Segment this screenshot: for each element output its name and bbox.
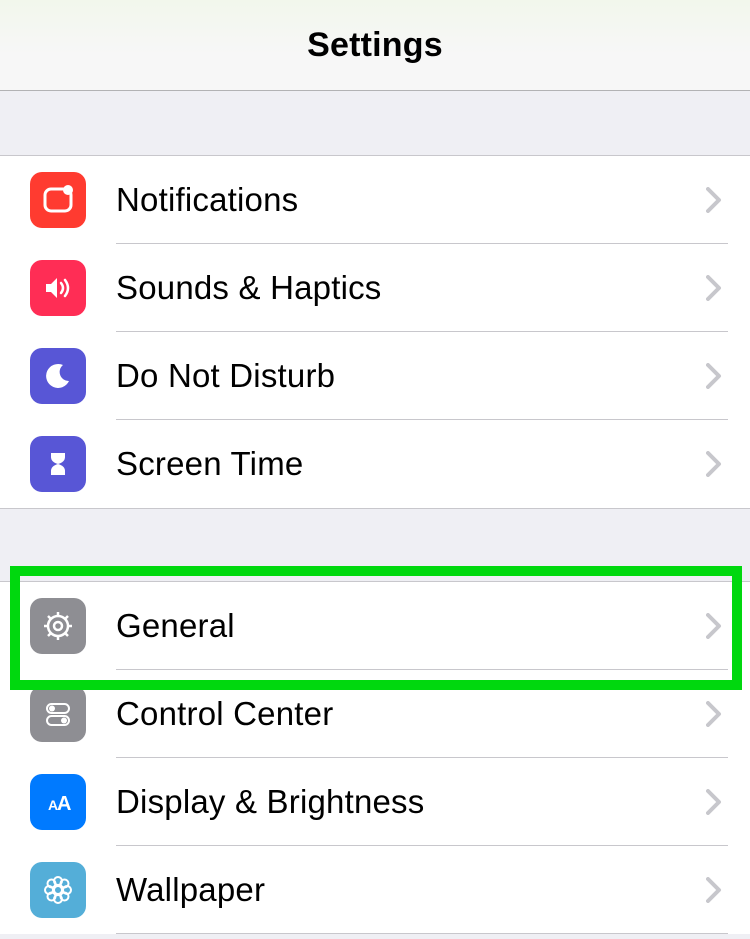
row-label: General — [116, 607, 706, 645]
notifications-icon — [30, 172, 86, 228]
chevron-right-icon — [706, 363, 722, 389]
row-controlcenter[interactable]: Control Center — [0, 670, 750, 758]
hourglass-icon — [30, 436, 86, 492]
row-wallpaper[interactable]: Wallpaper — [0, 846, 750, 934]
row-label: Wallpaper — [116, 871, 706, 909]
header: Settings — [0, 0, 750, 91]
group-spacer — [0, 509, 750, 581]
moon-icon — [30, 348, 86, 404]
chevron-right-icon — [706, 789, 722, 815]
chevron-right-icon — [706, 877, 722, 903]
row-notifications[interactable]: Notifications — [0, 156, 750, 244]
row-screentime[interactable]: Screen Time — [0, 420, 750, 508]
row-dnd[interactable]: Do Not Disturb — [0, 332, 750, 420]
toggles-icon — [30, 686, 86, 742]
textsize-icon: A A — [30, 774, 86, 830]
row-display[interactable]: A A Display & Brightness — [0, 758, 750, 846]
group-spacer — [0, 91, 750, 155]
row-label: Sounds & Haptics — [116, 269, 706, 307]
chevron-right-icon — [706, 275, 722, 301]
gear-icon — [30, 598, 86, 654]
settings-group-2: General Control Center A A — [0, 581, 750, 934]
chevron-right-icon — [706, 451, 722, 477]
row-label: Display & Brightness — [116, 783, 706, 821]
svg-text:A: A — [57, 793, 71, 815]
settings-group-1: Notifications Sounds & Haptics — [0, 155, 750, 509]
row-label: Notifications — [116, 181, 706, 219]
row-general[interactable]: General — [0, 582, 750, 670]
row-label: Control Center — [116, 695, 706, 733]
chevron-right-icon — [706, 701, 722, 727]
sounds-icon — [30, 260, 86, 316]
row-sounds[interactable]: Sounds & Haptics — [0, 244, 750, 332]
chevron-right-icon — [706, 613, 722, 639]
flower-icon — [30, 862, 86, 918]
row-label: Do Not Disturb — [116, 357, 706, 395]
chevron-right-icon — [706, 187, 722, 213]
page-title: Settings — [307, 26, 443, 65]
row-label: Screen Time — [116, 445, 706, 483]
